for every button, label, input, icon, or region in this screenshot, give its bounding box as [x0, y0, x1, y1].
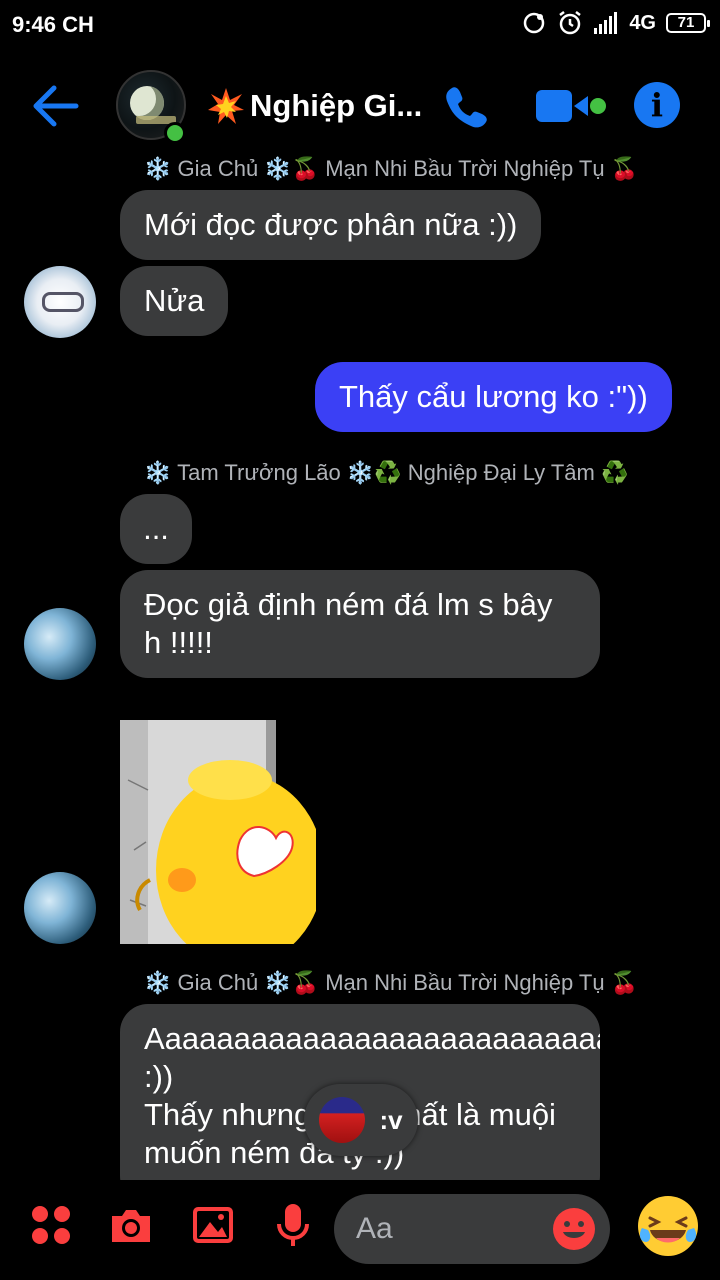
collision-emoji-icon: [208, 88, 244, 124]
emoji-picker-icon[interactable]: [552, 1207, 596, 1251]
battery-icon: 71: [666, 13, 710, 33]
reaction-thumbnail-image: [319, 1097, 366, 1143]
phone-call-icon[interactable]: [440, 82, 490, 132]
more-actions-icon[interactable]: [28, 1202, 74, 1248]
avatar-moon-image: [130, 86, 164, 120]
status-bar: 9:46 CH 4G 71: [0, 0, 720, 54]
microphone-icon[interactable]: [270, 1202, 316, 1248]
signal-icon: [594, 12, 618, 34]
sync-icon: [524, 12, 545, 34]
chat-header: Nghiệp Gi... i: [0, 62, 720, 152]
composer-bar: [0, 1180, 720, 1280]
status-icons: 4G 71: [521, 10, 710, 36]
sender-avatar[interactable]: [24, 872, 96, 944]
status-time: 9:46 CH: [12, 12, 94, 37]
message-composer[interactable]: [334, 1194, 610, 1264]
message-input[interactable]: [356, 1208, 536, 1250]
sender-name: ❄️ Gia Chủ ❄️🍒 Mạn Nhi Bầu Trời Nghiệp T…: [144, 970, 639, 995]
message-bubble[interactable]: Mới đọc được phân nữa :)): [120, 190, 542, 260]
chat-title[interactable]: Nghiệp Gi...: [206, 86, 422, 126]
info-icon[interactable]: i: [634, 82, 680, 128]
message-bubble[interactable]: ...: [120, 494, 192, 564]
chat-title-text: Nghiệp Gi...: [250, 88, 423, 123]
back-arrow-icon[interactable]: [28, 80, 84, 132]
duck-sticker-image[interactable]: [120, 720, 316, 944]
alarm-icon: [559, 11, 582, 35]
video-call-icon[interactable]: [534, 86, 608, 126]
sender-name: ❄️ Gia Chủ ❄️🍒 Mạn Nhi Bầu Trời Nghiệp T…: [144, 156, 639, 181]
message-bubble[interactable]: Đọc giả định ném đá lm s bây h !!!!!: [120, 570, 600, 678]
sender-avatar[interactable]: [24, 266, 96, 338]
laughing-emoji-icon[interactable]: [636, 1194, 700, 1258]
gallery-icon[interactable]: [190, 1202, 236, 1248]
reaction-chip[interactable]: :v: [304, 1084, 418, 1156]
my-message-bubble[interactable]: Thấy cẩu lương ko :")): [315, 362, 672, 432]
sender-avatar[interactable]: [24, 608, 96, 680]
message-bubble[interactable]: Nửa: [120, 266, 229, 336]
online-status-dot: [164, 122, 186, 144]
camera-icon[interactable]: [108, 1202, 154, 1248]
network-type: 4G: [629, 11, 656, 34]
reaction-text: :v: [379, 1104, 403, 1135]
sender-name: ❄️ Tam Trưởng Lão ❄️♻️ Nghiệp Đại Ly Tâm…: [144, 460, 629, 485]
